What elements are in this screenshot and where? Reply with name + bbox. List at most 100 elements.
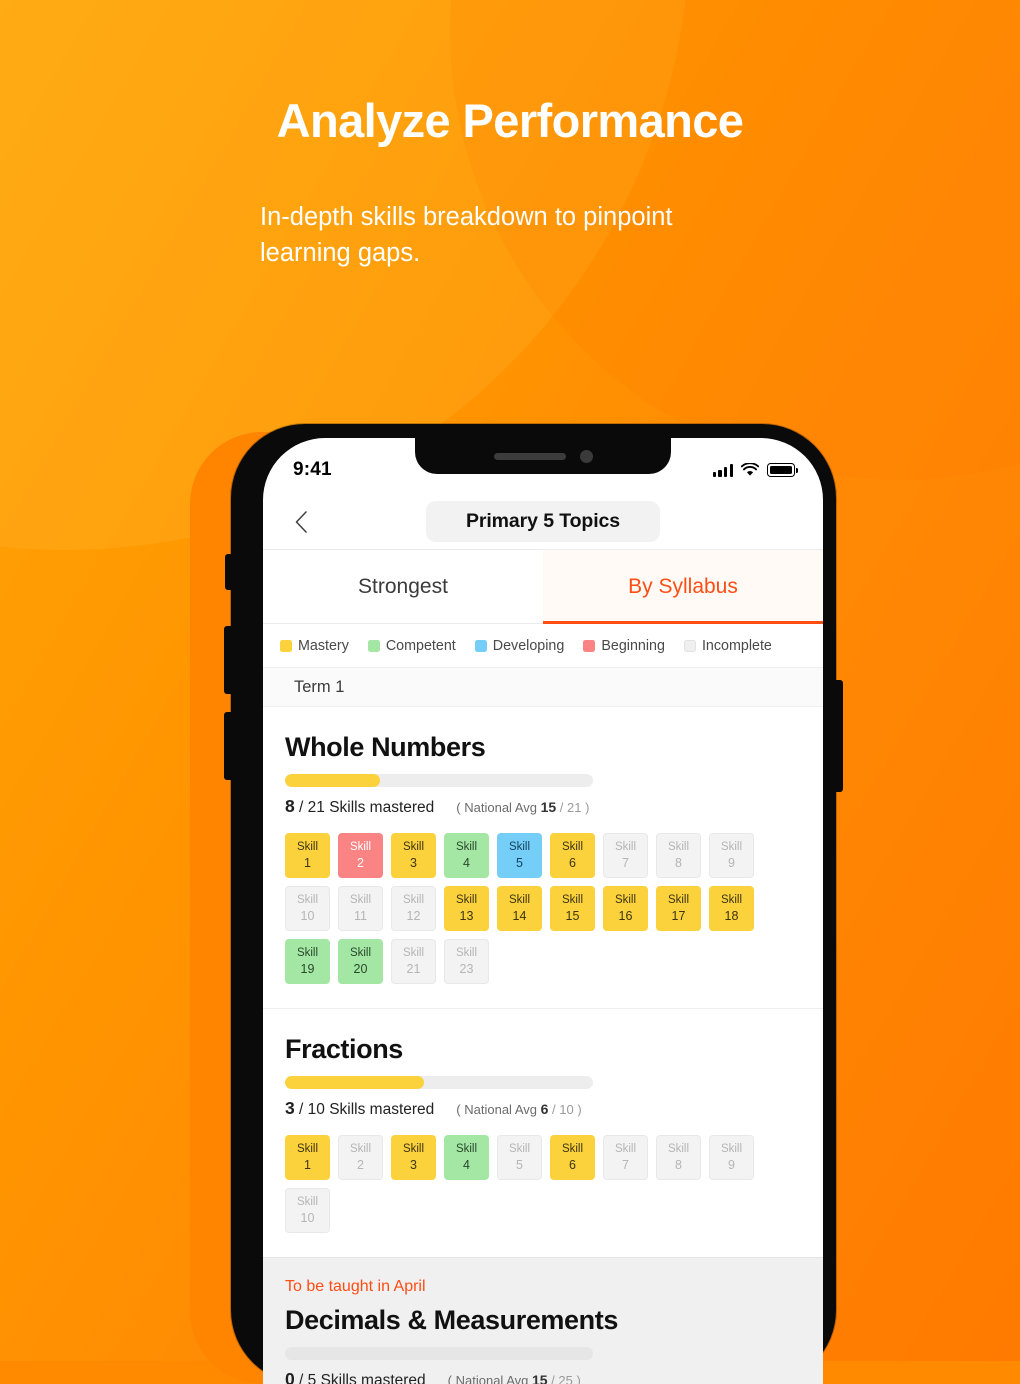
skill-tile-label: Skill — [561, 894, 584, 907]
chevron-left-icon[interactable] — [289, 509, 315, 535]
skill-tile-label: Skill — [508, 1143, 531, 1156]
legend-swatch-developing — [474, 639, 487, 652]
skill-tile-number: 15 — [565, 908, 580, 923]
wifi-icon — [741, 463, 759, 476]
skill-tile-number: 2 — [357, 1157, 364, 1172]
battery-icon — [767, 463, 798, 477]
volume-down-button[interactable] — [224, 712, 232, 780]
skill-tile[interactable]: Skill 4 — [444, 1135, 489, 1180]
skill-tile-number: 9 — [728, 855, 735, 870]
skill-tile[interactable]: Skill 23 — [444, 939, 489, 984]
skill-tile[interactable]: Skill 10 — [285, 886, 330, 931]
progress-bar — [285, 774, 593, 787]
skill-tile[interactable]: Skill 21 — [391, 939, 436, 984]
skill-tile[interactable]: Skill 3 — [391, 1135, 436, 1180]
skill-tile-label: Skill — [561, 841, 584, 854]
skill-tile-number: 11 — [354, 908, 367, 923]
skill-tile-number: 10 — [300, 908, 315, 923]
skill-tile[interactable]: Skill 3 — [391, 833, 436, 878]
skill-tile[interactable]: Skill 2 — [338, 833, 383, 878]
skill-tile-number: 21 — [406, 961, 421, 976]
skill-tile[interactable]: Skill 5 — [497, 1135, 542, 1180]
page-title: Primary 5 Topics — [425, 501, 661, 542]
skill-tile-number: 18 — [724, 908, 739, 923]
tab-strongest[interactable]: Strongest — [263, 550, 543, 624]
national-average-total: / 10 ) — [548, 1102, 582, 1117]
skill-tile-label: Skill — [296, 894, 319, 907]
skill-tile-number: 14 — [512, 908, 527, 923]
skills-mastered-stat: 3 / 10 Skills mastered — [285, 1098, 434, 1119]
skill-tile[interactable]: Skill 9 — [709, 1135, 754, 1180]
skills-mastered-count: 8 — [285, 796, 295, 816]
topic-title: Whole Numbers — [285, 732, 486, 762]
skill-tile-number: 8 — [675, 855, 682, 870]
skill-tile-number: 16 — [618, 908, 633, 923]
skill-tile[interactable]: Skill 7 — [603, 1135, 648, 1180]
topic-section: Fractions 3 / 10 Skills mastered ( Nationa… — [263, 1008, 823, 1257]
skill-tile-label: Skill — [349, 1143, 372, 1156]
skill-tile-label: Skill — [667, 1143, 690, 1156]
national-average-stat: ( National Avg 15 / 25 ) — [448, 1372, 581, 1384]
skill-tile-label: Skill — [720, 1143, 743, 1156]
legend-label: Developing — [492, 637, 565, 654]
notch — [415, 438, 671, 474]
skill-tile-label: Skill — [455, 1143, 478, 1156]
legend-label: Incomplete — [701, 637, 772, 654]
skill-tile[interactable]: Skill 11 — [338, 886, 383, 931]
skill-tile[interactable]: Skill 16 — [603, 886, 648, 931]
skill-tile-number: 1 — [304, 855, 311, 870]
topic-inner: Fractions 3 / 10 Skills mastered ( Nationa… — [263, 1034, 823, 1233]
topic-stats: 3 / 10 Skills mastered ( National Avg 6 /… — [285, 1098, 799, 1119]
skill-tile[interactable]: Skill 9 — [709, 833, 754, 878]
skill-tile-label: Skill — [508, 894, 531, 907]
national-average-prefix: ( National Avg — [456, 800, 541, 815]
skill-tile[interactable]: Skill 19 — [285, 939, 330, 984]
skill-tile[interactable]: Skill 5 — [497, 833, 542, 878]
skill-tile[interactable]: Skill 7 — [603, 833, 648, 878]
skill-tile-number: 17 — [671, 908, 686, 923]
national-average-value: 15 — [531, 1372, 548, 1384]
progress-bar-fill — [285, 1076, 424, 1089]
skill-tile[interactable]: Skill 17 — [656, 886, 701, 931]
skill-tile[interactable]: Skill 1 — [285, 1135, 330, 1180]
skill-tile[interactable]: Skill 1 — [285, 833, 330, 878]
skill-tile-label: Skill — [402, 947, 425, 960]
skill-tile[interactable]: Skill 6 — [550, 833, 595, 878]
skill-tile-label: Skill — [349, 947, 372, 960]
skill-tile[interactable]: Skill 12 — [391, 886, 436, 931]
power-button[interactable] — [835, 680, 843, 792]
skill-tile[interactable]: Skill 6 — [550, 1135, 595, 1180]
national-average-total: / 25 ) — [547, 1373, 581, 1384]
skill-tile-number: 8 — [675, 1157, 682, 1172]
legend-item-developing: Developing — [474, 637, 565, 654]
skill-tile[interactable]: Skill 14 — [497, 886, 542, 931]
promo-copy: Analyze Performance In-depth skills brea… — [0, 95, 1020, 271]
legend-swatch-mastery — [280, 639, 292, 652]
progress-bar — [285, 1076, 593, 1089]
national-average-value: 15 — [540, 799, 557, 815]
promo-title: Analyze Performance — [276, 94, 744, 147]
earpiece-speaker-icon — [493, 452, 566, 460]
volume-up-button[interactable] — [224, 626, 232, 694]
skill-tile[interactable]: Skill 18 — [709, 886, 754, 931]
skill-tile[interactable]: Skill 15 — [550, 886, 595, 931]
topic-pretitle: To be taught in April — [285, 1278, 426, 1295]
mute-switch-button[interactable] — [225, 554, 232, 590]
skill-tile[interactable]: Skill 2 — [338, 1135, 383, 1180]
legend-item-competent: Competent — [367, 637, 456, 654]
promo-subtitle: In-depth skills breakdown to pinpoint le… — [260, 202, 673, 267]
skill-tile[interactable]: Skill 4 — [444, 833, 489, 878]
skill-tile-number: 6 — [569, 1157, 576, 1172]
skill-tile-number: 23 — [459, 961, 474, 976]
skill-tile[interactable]: Skill 20 — [338, 939, 383, 984]
tab-by-syllabus[interactable]: By Syllabus — [543, 550, 823, 624]
skill-tile-number: 6 — [569, 855, 576, 870]
skill-tile[interactable]: Skill 13 — [444, 886, 489, 931]
skill-tile[interactable]: Skill 8 — [656, 833, 701, 878]
legend-label: Competent — [385, 637, 456, 654]
skill-tile[interactable]: Skill 8 — [656, 1135, 701, 1180]
skill-tile-number: 19 — [300, 961, 315, 976]
skill-tile-label: Skill — [720, 894, 743, 907]
skill-tile-number: 3 — [410, 855, 417, 870]
skill-tile[interactable]: Skill 10 — [285, 1188, 330, 1233]
